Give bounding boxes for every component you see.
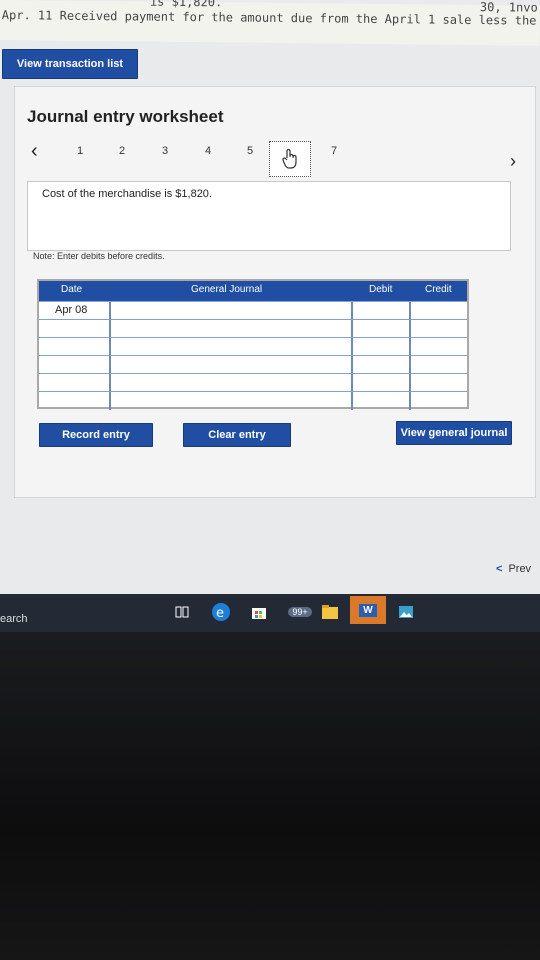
store-icon[interactable] [248,602,270,622]
task-line-cut: is $1,820. [149,0,223,10]
credit-cell[interactable] [409,302,467,320]
journal-table: Date General Journal Debit Credit Apr 08 [37,279,469,410]
tab-6-active[interactable] [269,141,311,177]
tab-7[interactable]: 7 [331,145,337,157]
account-cell[interactable] [109,320,351,338]
debit-cell[interactable] [351,374,409,392]
credit-cell[interactable] [409,392,467,410]
worksheet-title: Journal entry worksheet [27,107,224,126]
account-cell[interactable] [109,302,351,320]
file-explorer-icon[interactable] [320,602,340,622]
prev-link[interactable]: < Prev [496,563,531,575]
credit-cell[interactable] [409,356,467,374]
header-credit: Credit [425,284,452,295]
journal-table-header: Date General Journal Debit Credit [39,281,467,301]
chevron-left-icon[interactable]: ‹ [31,140,38,163]
chevron-left-icon: < [496,563,503,575]
table-row [39,355,467,374]
edge-browser-icon[interactable]: e [210,602,232,622]
svg-text:e: e [216,606,224,621]
debit-cell[interactable] [351,320,409,338]
tab-4[interactable]: 4 [205,145,211,157]
table-row: Apr 08 [39,301,467,320]
transaction-description-box: Cost of the merchandise is $1,820. [27,181,511,251]
monitor-bezel [0,632,540,960]
account-cell[interactable] [109,338,351,356]
account-cell[interactable] [109,374,351,392]
clear-entry-button[interactable]: Clear entry [183,423,291,447]
hand-cursor-icon [282,148,297,169]
transaction-description: Cost of the merchandise is $1,820. [42,188,212,200]
debit-cell[interactable] [351,338,409,356]
task-line: Apr. 11 Received payment for the amount … [1,8,537,28]
debit-cell[interactable] [351,302,409,320]
record-entry-button[interactable]: Record entry [39,423,153,447]
header-debit: Debit [369,284,393,295]
account-cell[interactable] [109,392,351,410]
screen: is $1,820. Apr. 11 Received payment for … [0,0,540,632]
task-view-icon[interactable] [174,602,190,622]
tab-5[interactable]: 5 [247,145,253,157]
photos-icon[interactable] [396,602,416,622]
journal-entry-worksheet-panel: Journal entry worksheet ‹ 1 2 3 4 5 7 › … [14,86,536,498]
worksheet-tabs: ‹ 1 2 3 4 5 7 › [15,137,535,177]
mail-icon[interactable]: 99+ [286,602,314,622]
taskbar-search[interactable]: earch [0,613,28,625]
header-general-journal: General Journal [191,284,263,295]
mail-badge: 99+ [288,607,312,617]
credit-cell[interactable] [409,374,467,392]
word-icon[interactable]: W [350,596,386,624]
task-description-strip: is $1,820. Apr. 11 Received payment for … [0,0,540,46]
view-transaction-list-button[interactable]: View transaction list [2,49,138,79]
debit-cell[interactable] [351,392,409,410]
debit-cell[interactable] [351,356,409,374]
tab-3[interactable]: 3 [162,145,168,157]
windows-taskbar: earch e 99+ W [0,594,540,632]
date-cell: Apr 08 [55,304,88,316]
tab-2[interactable]: 2 [119,145,125,157]
prev-label: Prev [508,563,532,575]
credit-cell[interactable] [409,338,467,356]
word-icon-label: W [359,603,377,617]
account-cell[interactable] [109,356,351,374]
credit-cell[interactable] [409,320,467,338]
table-row [39,319,467,338]
chevron-right-icon[interactable]: › [510,151,516,172]
instruction-note: Note: Enter debits before credits. [33,251,165,261]
header-date: Date [61,284,83,295]
table-row [39,337,467,356]
tab-1[interactable]: 1 [77,145,83,157]
view-general-journal-button[interactable]: View general journal [396,421,512,445]
table-row [39,373,467,392]
table-row [39,391,467,410]
task-line-right-cut: 30, 1nvo [479,0,538,15]
